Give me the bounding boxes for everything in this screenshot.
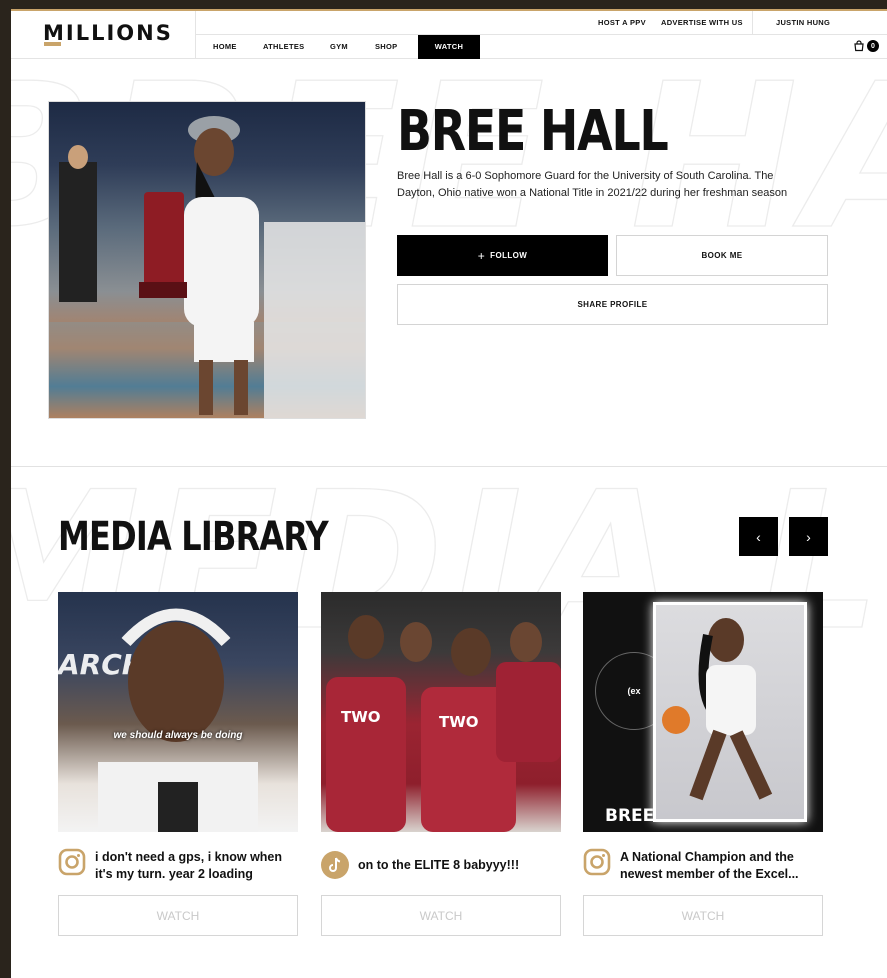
svg-text:TWO: TWO bbox=[439, 713, 479, 731]
utility-nav: HOST A PPV ADVERTISE WITH US JUSTIN HUNG bbox=[196, 11, 887, 35]
cart-button[interactable]: 0 bbox=[853, 40, 879, 52]
media-thumbnail[interactable]: (ex BREE bbox=[583, 592, 823, 832]
chevron-left-icon: ‹ bbox=[756, 528, 761, 545]
thumbnail-illustration: ARCHI bbox=[58, 608, 258, 832]
instagram-icon bbox=[58, 848, 86, 876]
media-thumbnail[interactable]: ARCHI we should always be doing bbox=[58, 592, 298, 832]
site-header: MILLIONS HOST A PPV ADVERTISE WITH US JU… bbox=[11, 11, 887, 59]
media-caption-text: i don't need a gps, i know when it's my … bbox=[95, 850, 283, 881]
chevron-right-icon: › bbox=[806, 528, 811, 545]
watch-button[interactable]: WATCH bbox=[58, 895, 298, 936]
page: BREE HALL MEDIA LIBRARY MILLIONS HOST A … bbox=[11, 9, 887, 978]
advertise-link[interactable]: ADVERTISE WITH US bbox=[661, 18, 743, 27]
plus-icon: + bbox=[477, 248, 486, 263]
athlete-bio: Bree Hall is a 6-0 Sophomore Guard for t… bbox=[397, 170, 788, 199]
nav-gym[interactable]: GYM bbox=[330, 35, 348, 59]
carousel-next-button[interactable]: › bbox=[789, 517, 828, 556]
nav-shop[interactable]: SHOP bbox=[375, 35, 397, 59]
media-card[interactable]: ARCHI we should always be doing i don't … bbox=[58, 592, 298, 936]
cart-count-badge: 0 bbox=[867, 40, 879, 52]
main-nav: HOME ATHLETES GYM SHOP WATCH 0 bbox=[196, 35, 887, 59]
video-subtitle: we should always be doing bbox=[113, 730, 243, 741]
thumbnail-illustration: TWO TWO bbox=[326, 615, 561, 832]
media-caption: i don't need a gps, i know when it's my … bbox=[58, 848, 298, 882]
follow-label: FOLLOW bbox=[490, 251, 528, 260]
watch-button[interactable]: WATCH bbox=[583, 895, 823, 936]
logo-accent-bar bbox=[44, 42, 61, 46]
instagram-icon bbox=[583, 848, 611, 876]
carousel-prev-button[interactable]: ‹ bbox=[739, 517, 778, 556]
follow-button[interactable]: + FOLLOW bbox=[397, 235, 608, 276]
shopping-bag-icon bbox=[854, 40, 864, 52]
thumbnail-illustration bbox=[662, 618, 773, 801]
media-caption: A National Champion and the newest membe… bbox=[583, 848, 823, 882]
share-profile-button[interactable]: SHARE PROFILE bbox=[397, 284, 828, 325]
section-divider bbox=[11, 466, 887, 467]
tiktok-icon bbox=[321, 851, 349, 879]
thumbnail-label: BREE bbox=[605, 806, 655, 826]
media-card[interactable]: (ex BREE A National Champion and the new… bbox=[583, 592, 823, 936]
nav-home[interactable]: HOME bbox=[213, 35, 237, 59]
media-caption-text: A National Champion and the newest membe… bbox=[620, 850, 799, 881]
book-me-button[interactable]: BOOK ME bbox=[616, 235, 828, 276]
athlete-name: BREE HALL bbox=[397, 99, 669, 164]
nav-watch[interactable]: WATCH bbox=[418, 35, 480, 59]
nav-divider bbox=[752, 11, 753, 35]
host-ppv-link[interactable]: HOST A PPV bbox=[598, 18, 646, 27]
nav-athletes[interactable]: ATHLETES bbox=[263, 35, 304, 59]
svg-text:TWO: TWO bbox=[341, 708, 381, 726]
media-caption: on to the ELITE 8 babyyy!!! bbox=[321, 848, 561, 882]
media-card[interactable]: TWO TWO on to the ELITE 8 babyyy!!! WATC… bbox=[321, 592, 561, 936]
watch-button[interactable]: WATCH bbox=[321, 895, 561, 936]
media-thumbnail[interactable]: TWO TWO bbox=[321, 592, 561, 832]
athlete-frame bbox=[653, 602, 807, 822]
athlete-photo bbox=[48, 101, 366, 419]
media-library-title: MEDIA LIBRARY bbox=[58, 514, 329, 560]
logo-link[interactable]: MILLIONS bbox=[11, 11, 196, 59]
logo: MILLIONS bbox=[43, 21, 173, 45]
user-menu[interactable]: JUSTIN HUNG bbox=[776, 18, 830, 27]
athlete-photo-illustration bbox=[49, 116, 365, 418]
media-caption-text: on to the ELITE 8 babyyy!!! bbox=[358, 858, 520, 872]
